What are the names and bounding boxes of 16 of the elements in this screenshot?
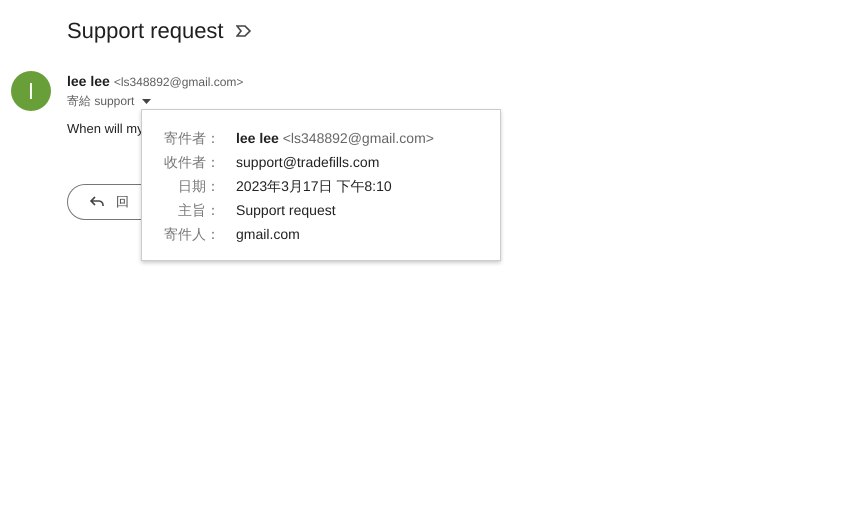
- reply-icon: [90, 196, 104, 207]
- field-value: Support request: [236, 200, 336, 220]
- field-value: support@tradefills.com: [236, 152, 380, 172]
- field-label: 收件者：: [163, 152, 220, 172]
- email-subject: Support request: [67, 17, 224, 45]
- field-value: gmail.com: [236, 224, 300, 244]
- field-label: 寄件者：: [163, 128, 220, 148]
- field-label: 寄件人：: [163, 224, 220, 244]
- sender-email: <ls348892@gmail.com>: [114, 74, 244, 91]
- field-value: 2023年3月17日 下午8:10: [236, 176, 392, 196]
- sender-name: lee lee: [67, 72, 110, 91]
- dropdown-icon[interactable]: [142, 98, 152, 104]
- avatar: l: [11, 71, 51, 111]
- field-value: lee lee <ls348892@gmail.com>: [236, 128, 434, 148]
- recipient-text: 寄給 support: [67, 93, 134, 110]
- label-icon[interactable]: [236, 25, 251, 37]
